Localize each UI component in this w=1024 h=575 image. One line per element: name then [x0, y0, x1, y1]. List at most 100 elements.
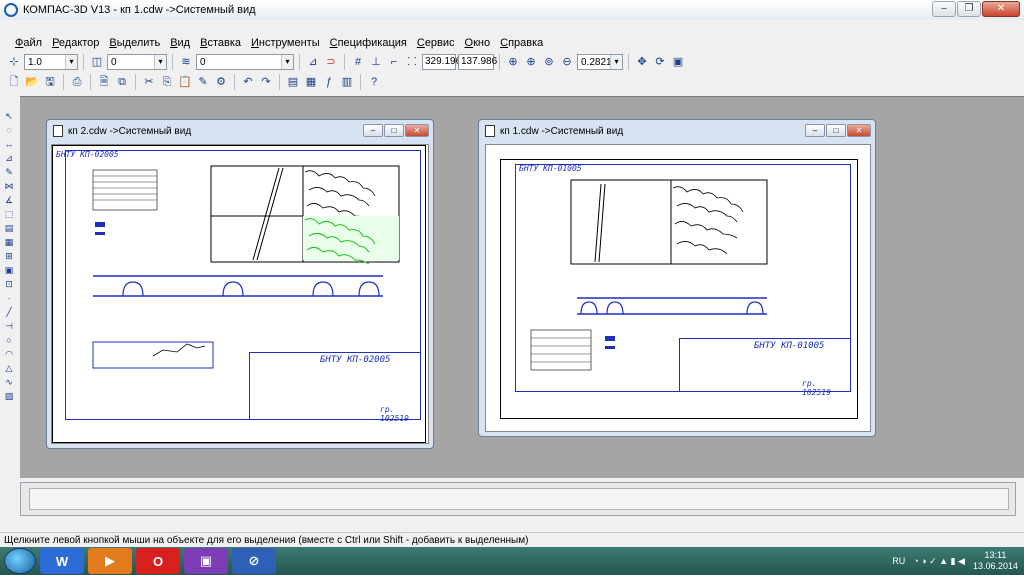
group-label: гр. 102519: [802, 379, 831, 397]
language-indicator[interactable]: RU: [892, 556, 905, 566]
menu-editor[interactable]: Редактор: [47, 37, 104, 49]
save-taskbar-icon[interactable]: ▣: [184, 548, 228, 574]
document-window-kp1[interactable]: кп 1.cdw ->Системный вид – □ ✕ БНТУ КП-0…: [478, 119, 876, 437]
scale-combo[interactable]: 1.0 ▾: [24, 54, 78, 70]
print-icon[interactable]: ⎙: [69, 74, 85, 90]
snap-icon[interactable]: ⊿: [305, 54, 321, 70]
refresh-icon[interactable]: ⟳: [652, 54, 668, 70]
manager-icon[interactable]: ▤: [285, 74, 301, 90]
menu-insert[interactable]: Вставка: [195, 37, 246, 49]
bezier-icon[interactable]: ∿: [2, 376, 16, 388]
line-icon[interactable]: ╱: [2, 306, 16, 318]
select-icon[interactable]: ↖: [2, 110, 16, 122]
menu-tools[interactable]: Инструменты: [246, 37, 325, 49]
menu-select[interactable]: Выделить: [104, 37, 165, 49]
fragment-icon[interactable]: ⊡: [2, 278, 16, 290]
workspace[interactable]: кп 2.cdw ->Системный вид – □ ✕ БНТУ КП-0…: [20, 96, 1024, 478]
menu-file[interactable]: Файл: [10, 37, 47, 49]
zoom-out-icon[interactable]: ⊖: [559, 54, 575, 70]
insert-icon[interactable]: ⊞: [2, 250, 16, 262]
word-taskbar-icon[interactable]: W: [40, 548, 84, 574]
document-minimize-button[interactable]: –: [363, 124, 383, 137]
symbols-icon[interactable]: ⊿: [2, 152, 16, 164]
layer-icon[interactable]: ◫: [89, 54, 105, 70]
point-icon[interactable]: ·: [2, 292, 16, 304]
open-icon[interactable]: 📂: [24, 74, 40, 90]
parametrize-icon[interactable]: ⋈: [2, 180, 16, 192]
grid-icon[interactable]: #: [350, 54, 366, 70]
close-button[interactable]: ✕: [982, 1, 1020, 17]
cursor-coords-icon[interactable]: ⸬: [404, 54, 420, 70]
tray-icons[interactable]: ◔ ◑ ✓ ▲ ▮ ◀: [913, 556, 965, 567]
ortho-icon[interactable]: ⊥: [368, 54, 384, 70]
document-canvas[interactable]: БНТУ КП-02005 БНТУ КП-02005 гр. 102519: [51, 144, 429, 444]
zoom-combo[interactable]: 0.2821 ▾: [577, 54, 623, 70]
libraries-icon[interactable]: ▣: [2, 264, 16, 276]
maximize-button[interactable]: ❐: [957, 1, 981, 17]
menu-view[interactable]: Вид: [165, 37, 195, 49]
zoom-value: 0.2821: [581, 56, 612, 68]
magnet-icon[interactable]: ⊃: [323, 54, 339, 70]
menu-service[interactable]: Сервис: [412, 37, 460, 49]
zoom-all-icon[interactable]: ⊚: [541, 54, 557, 70]
paste-icon[interactable]: 📋: [177, 74, 193, 90]
preview-icon[interactable]: 🗎: [96, 74, 112, 90]
copy-icon[interactable]: ⎘: [159, 74, 175, 90]
local-cs-icon[interactable]: ⌐: [386, 54, 402, 70]
taskbar: W ▶ O ▣ ⊘ RU ◔ ◑ ✓ ▲ ▮ ◀ 13:11 13.06.201…: [0, 547, 1024, 575]
style-icon[interactable]: ≋: [178, 54, 194, 70]
clock[interactable]: 13:11 13.06.2014: [973, 550, 1018, 572]
undo-icon[interactable]: ↶: [240, 74, 256, 90]
segment-icon[interactable]: ⊣: [2, 320, 16, 332]
params-icon[interactable]: ▥: [339, 74, 355, 90]
measure-icon[interactable]: ∡: [2, 194, 16, 206]
edit-icon[interactable]: ✎: [2, 166, 16, 178]
style-combo[interactable]: 0 ▾: [196, 54, 294, 70]
new-document-icon[interactable]: 🗋: [6, 74, 22, 90]
separator: [135, 74, 136, 90]
geometry-icon[interactable]: ◌: [2, 124, 16, 136]
document-maximize-button[interactable]: □: [826, 124, 846, 137]
circle-icon[interactable]: ○: [2, 334, 16, 346]
menu-spec[interactable]: Спецификация: [325, 37, 412, 49]
pan-icon[interactable]: ✥: [634, 54, 650, 70]
scale-icon[interactable]: ⊹: [6, 54, 22, 70]
document-close-button[interactable]: ✕: [847, 124, 871, 137]
cut-icon[interactable]: ✂: [141, 74, 157, 90]
properties-icon[interactable]: ⚙: [213, 74, 229, 90]
document-maximize-button[interactable]: □: [384, 124, 404, 137]
properties-panel-field[interactable]: [29, 488, 1009, 510]
zoom-window-icon[interactable]: ⊕: [505, 54, 521, 70]
spec-icon[interactable]: ▤: [2, 222, 16, 234]
layout-icon[interactable]: ⧉: [114, 74, 130, 90]
kompas-taskbar-icon[interactable]: ⊘: [232, 548, 276, 574]
coord-x-field[interactable]: 329.196: [422, 54, 461, 70]
format-painter-icon[interactable]: ✎: [195, 74, 211, 90]
document-canvas[interactable]: БНТУ КП-01005 БНТУ КП-01005 гр. 102519: [485, 144, 871, 432]
menu-help[interactable]: Справка: [495, 37, 548, 49]
save-icon[interactable]: 🖫: [42, 74, 58, 90]
menu-window[interactable]: Окно: [460, 37, 496, 49]
zoom-in-icon[interactable]: ⊕: [523, 54, 539, 70]
separator: [63, 74, 64, 90]
dimensions-icon[interactable]: ↔: [2, 138, 16, 150]
reports-icon[interactable]: ▦: [2, 236, 16, 248]
variables-icon[interactable]: ƒ: [321, 74, 337, 90]
arc-icon[interactable]: ◠: [2, 348, 16, 360]
minimize-button[interactable]: –: [932, 1, 956, 17]
select-tool-icon[interactable]: ⬚: [2, 208, 16, 220]
coord-y-field[interactable]: 137.986: [458, 54, 497, 70]
opera-taskbar-icon[interactable]: O: [136, 548, 180, 574]
document-minimize-button[interactable]: –: [805, 124, 825, 137]
library-icon[interactable]: ▦: [303, 74, 319, 90]
hatch-icon[interactable]: ▨: [2, 390, 16, 402]
document-close-button[interactable]: ✕: [405, 124, 429, 137]
help-cursor-icon[interactable]: ?: [366, 74, 382, 90]
redraw-icon[interactable]: ▣: [670, 54, 686, 70]
layer-combo[interactable]: 0 ▾: [107, 54, 167, 70]
redo-icon[interactable]: ↷: [258, 74, 274, 90]
polygon-icon[interactable]: △: [2, 362, 16, 374]
media-taskbar-icon[interactable]: ▶: [88, 548, 132, 574]
start-button[interactable]: [4, 548, 36, 574]
document-window-kp2[interactable]: кп 2.cdw ->Системный вид – □ ✕ БНТУ КП-0…: [46, 119, 434, 449]
